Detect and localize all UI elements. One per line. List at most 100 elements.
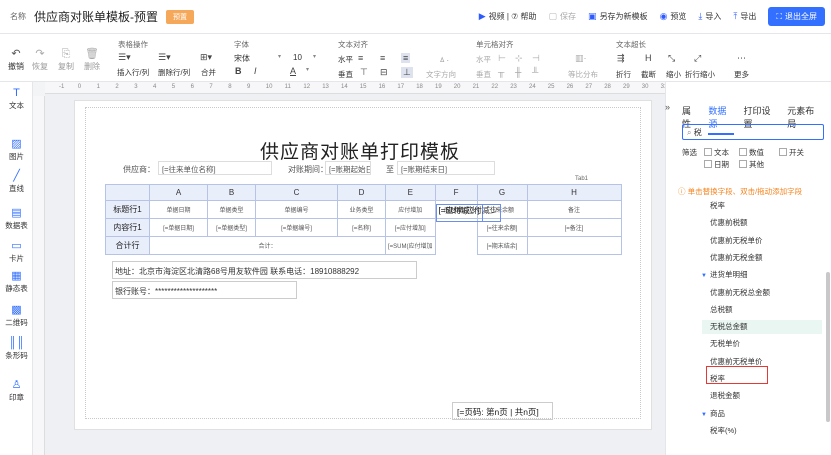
title-action-4[interactable]: ⤓ 导入 — [698, 11, 721, 22]
period-to-label[interactable]: 至 — [386, 164, 394, 175]
column-header[interactable]: D — [337, 184, 386, 201]
table-cell[interactable]: [=应付增加] — [385, 218, 436, 237]
content-row[interactable]: 内容行1 [=单据日期] [=单据类型] [=单据编号] [=名称] [=应付增加] [=应… — [105, 203, 622, 237]
sidebar-item-3[interactable]: ▤ 数据表 — [0, 207, 33, 231]
cell-align-left-icon[interactable]: ⊢ — [498, 53, 506, 64]
collapse-panel-icon[interactable]: » — [665, 102, 670, 112]
period-end-field[interactable]: [=账期结束日] — [397, 161, 495, 175]
merge-cells-icon[interactable]: ⊞▾ — [200, 52, 212, 63]
valign-middle-icon[interactable]: ⊟ — [380, 67, 388, 78]
table-cell[interactable]: 备注 — [526, 200, 622, 219]
field-item[interactable]: 无税单价 — [710, 338, 740, 349]
table-cell[interactable]: 单据编号 — [255, 200, 338, 219]
text-direction-icon[interactable]: ㅿ· — [438, 53, 449, 66]
exit-fullscreen-button[interactable]: ⛶ 退出全屏 — [768, 7, 825, 26]
table-cell[interactable]: [=备注] — [526, 218, 622, 237]
row-header[interactable]: 内容行1 — [105, 218, 150, 237]
column-header[interactable]: B — [207, 184, 256, 201]
table-cell[interactable]: 单据日期 — [149, 200, 208, 219]
panel-scrollbar[interactable] — [826, 272, 830, 422]
table-cell[interactable]: [=单据类型] — [207, 218, 256, 237]
valign-bottom-icon[interactable]: ⊥ — [401, 67, 413, 78]
wrap-shrink-icon[interactable]: ⤢ — [694, 53, 701, 64]
field-item[interactable]: 总税额 — [710, 304, 733, 315]
filter-checkbox-3[interactable]: 日期 — [704, 159, 729, 170]
font-color-icon[interactable]: A — [290, 66, 296, 76]
bold-icon[interactable]: B — [235, 66, 242, 76]
align-center-icon[interactable]: ≡ — [380, 53, 385, 63]
cell-valign-middle-icon[interactable]: ╫ — [515, 67, 521, 77]
period-label[interactable]: 对账期间： — [288, 164, 328, 175]
cell-valign-bottom-icon[interactable]: ╨ — [532, 67, 538, 77]
address-line[interactable]: 地址：北京市海淀区北清路68号用友软件园 联系电话：18910888292 — [115, 266, 359, 277]
table-cell[interactable]: [=名称] — [337, 218, 386, 237]
field-item[interactable]: 税率(%) — [710, 425, 737, 436]
title-action-3[interactable]: ◉ 预览 — [660, 11, 687, 22]
total-row[interactable]: 合计行 合计： [=SUM(应付增加 [=SUM(应付减少 [=期末结余] — [105, 203, 622, 255]
title-action-0[interactable]: ▶ 视频 | ⑦ 帮助 — [479, 11, 537, 22]
more-button[interactable]: 更多 — [734, 69, 749, 80]
column-header[interactable]: H — [526, 184, 622, 201]
insert-row-icon[interactable]: ☰▾ — [118, 52, 131, 63]
field-item[interactable]: 退税金额 — [710, 390, 740, 401]
table-cell[interactable]: 单据类型 — [207, 200, 256, 219]
supplier-label[interactable]: 供应商： — [123, 164, 155, 175]
delete-row-icon[interactable]: ☰▾ — [158, 52, 171, 63]
sidebar-item-0[interactable]: T 文本 — [0, 87, 33, 111]
cell-align-right-icon[interactable]: ⊣ — [532, 53, 540, 64]
field-section[interactable]: ▼ 进货单明细 — [701, 269, 747, 280]
bank-account-line[interactable]: 银行账号：******************** — [115, 286, 217, 297]
data-table[interactable]: ABCDEFGH 标题行1 单据日期 单据类型 单据编号 业务类型 应付增加 应付减少 往来余… — [105, 184, 622, 255]
sidebar-item-4[interactable]: ▭ 卡片 — [0, 240, 33, 264]
table-cell[interactable]: [=SUM(应付减少 — [435, 203, 501, 222]
field-item[interactable]: 无税总金额 — [710, 321, 748, 332]
cell-align-center-icon[interactable]: ⊹ — [515, 53, 523, 64]
sidebar-item-6[interactable]: ▩ 二维码 — [0, 304, 33, 328]
field-item[interactable]: 优惠前无税单价 — [710, 235, 763, 246]
field-section[interactable]: ▼ 商品 — [701, 408, 725, 419]
sidebar-item-8[interactable]: ♙ 印章 — [0, 379, 33, 403]
field-item[interactable]: 优惠前无税金额 — [710, 252, 763, 263]
truncate-icon[interactable]: H — [645, 53, 652, 63]
sidebar-item-1[interactable]: ▨ 图片 — [0, 138, 33, 162]
title-action-1[interactable]: ▢ 保存 — [549, 11, 577, 22]
font-size-select[interactable]: 10 — [293, 53, 313, 65]
shrink-button[interactable]: 缩小 — [666, 69, 681, 80]
table-cell[interactable]: 业务类型 — [337, 200, 386, 219]
redo-button[interactable]: ↷ 恢复 — [28, 48, 52, 72]
field-search-input[interactable]: ⌕ 税 — [682, 124, 824, 140]
copy-button[interactable]: ⎘ 复制 — [54, 48, 78, 72]
sidebar-item-2[interactable]: ╱ 直线 — [0, 170, 33, 194]
column-header[interactable]: F — [434, 184, 478, 201]
table-cell[interactable]: [=期末结余] — [476, 236, 528, 255]
document-title[interactable]: 供应商对账单打印模板 — [260, 137, 460, 164]
row-header[interactable]: 标题行1 — [105, 200, 150, 219]
wrap-shrink-button[interactable]: 折行缩小 — [685, 69, 715, 80]
filter-checkbox-4[interactable]: 其他 — [739, 159, 764, 170]
wrap-icon[interactable]: ⇶ — [617, 53, 625, 64]
field-item[interactable]: 税率 — [710, 200, 725, 211]
column-header[interactable]: C — [255, 184, 338, 201]
cell-valign-top-icon[interactable]: ╥ — [498, 67, 504, 77]
title-row[interactable]: 标题行1 单据日期 单据类型 单据编号 业务类型 应付增加 应付减少 往来余额 备注 — [105, 200, 622, 219]
field-item[interactable]: 优惠前无税总金额 — [710, 287, 770, 298]
filter-checkbox-2[interactable]: 开关 — [779, 147, 804, 158]
field-item[interactable]: 优惠前税额 — [710, 217, 748, 228]
table-cell-empty[interactable] — [526, 236, 622, 255]
delete-row-col-button[interactable]: 删除行/列 — [158, 67, 190, 78]
shrink-icon[interactable]: ⤡ — [668, 53, 675, 64]
table-corner[interactable] — [105, 184, 150, 201]
valign-top-icon[interactable]: ⊤ — [360, 67, 368, 78]
undo-button[interactable]: ↶ 撤销 — [4, 48, 28, 72]
table-cell[interactable]: [=单据编号] — [255, 218, 338, 237]
table-cell[interactable]: [=单据日期] — [149, 218, 208, 237]
sidebar-item-5[interactable]: ▦ 静态表 — [0, 270, 33, 294]
column-header[interactable]: E — [385, 184, 436, 201]
column-header[interactable]: G — [476, 184, 528, 201]
merge-button[interactable]: 合并 — [201, 67, 216, 78]
supplier-field[interactable]: [=往来单位名称] — [158, 161, 272, 175]
sidebar-item-7[interactable]: ║║ 条形码 — [0, 337, 33, 361]
template-title[interactable]: 供应商对账单模板-预置 — [34, 8, 158, 25]
wrap-button[interactable]: 折行 — [616, 69, 631, 80]
row-header[interactable]: 合计行 — [105, 236, 150, 255]
